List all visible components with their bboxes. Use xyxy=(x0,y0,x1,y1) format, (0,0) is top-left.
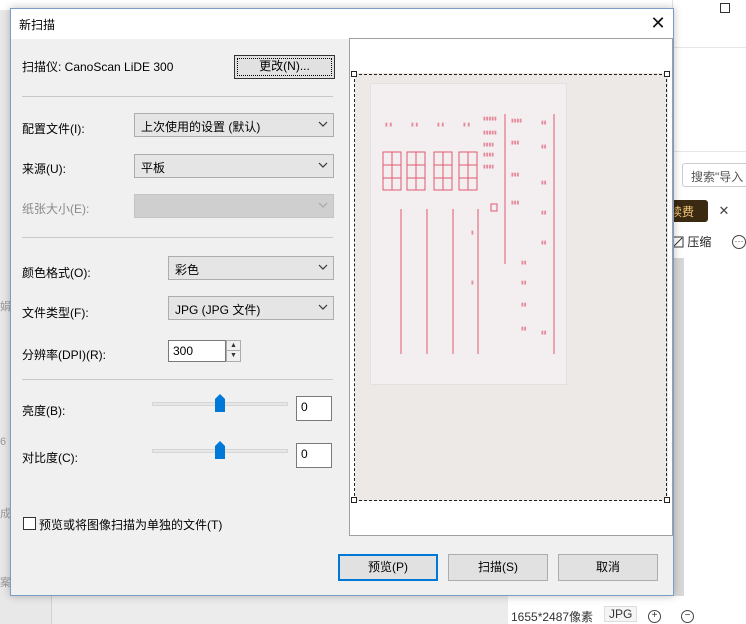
paper-size-label: 纸张大小(E): xyxy=(22,202,90,216)
source-value: 平板 xyxy=(141,161,166,175)
cancel-button[interactable]: 取消 xyxy=(558,554,658,581)
chevron-down-icon xyxy=(318,202,328,208)
tag-close-icon[interactable]: ✕ xyxy=(714,200,734,222)
chevron-down-icon xyxy=(318,264,328,270)
resolution-label: 分辨率(DPI)(R): xyxy=(22,348,106,362)
resolution-input[interactable]: 300 xyxy=(168,340,226,362)
brightness-slider-thumb[interactable] xyxy=(215,394,225,412)
brightness-input[interactable]: 0 xyxy=(296,396,332,421)
preview-button[interactable]: 预览(P) xyxy=(338,554,438,581)
file-type-label: 文件类型(F): xyxy=(22,306,89,320)
selection-handle[interactable] xyxy=(351,497,357,503)
divider xyxy=(22,96,333,97)
background-left-fragment: 6 xyxy=(0,436,7,448)
stepper-up-icon[interactable]: ▲ xyxy=(227,341,240,351)
scan-button[interactable]: 扫描(S) xyxy=(448,554,548,581)
source-label: 来源(U): xyxy=(22,162,66,176)
chevron-down-icon xyxy=(318,304,328,310)
selection-handle[interactable] xyxy=(664,71,670,77)
divider xyxy=(673,151,746,152)
color-format-value: 彩色 xyxy=(175,263,200,277)
source-select[interactable]: 平板 xyxy=(134,154,334,178)
maximize-icon[interactable] xyxy=(720,3,730,13)
paper-size-select xyxy=(134,194,334,218)
zoom-out-icon[interactable]: − xyxy=(681,610,694,623)
profile-label: 配置文件(I): xyxy=(22,122,85,136)
color-format-select[interactable]: 彩色 xyxy=(168,256,334,280)
compress-label: 压缩 xyxy=(687,235,712,249)
color-format-label: 颜色格式(O): xyxy=(22,266,91,280)
background-left-fragment: 娟 xyxy=(0,301,10,313)
file-type-select[interactable]: JPG (JPG 文件) xyxy=(168,296,334,320)
background-compress-button[interactable]: 压缩 xyxy=(672,233,711,250)
contrast-slider-thumb[interactable] xyxy=(215,441,225,459)
background-search-input[interactable]: 搜索"导入 xyxy=(682,163,746,187)
profile-value: 上次使用的设置 (默认) xyxy=(141,120,261,134)
image-format-badge: JPG xyxy=(604,606,638,622)
selection-handle[interactable] xyxy=(664,497,670,503)
contrast-input[interactable]: 0 xyxy=(296,443,332,468)
chevron-down-icon xyxy=(318,162,328,168)
separate-files-checkbox[interactable] xyxy=(23,517,36,530)
image-info: 1655*2487像素 xyxy=(511,610,594,624)
chevron-down-icon xyxy=(318,121,328,127)
scan-region-selection[interactable] xyxy=(354,74,667,501)
background-left-fragment: 成 xyxy=(0,508,10,520)
more-icon[interactable]: ··· xyxy=(732,235,746,249)
zoom-in-icon[interactable]: + xyxy=(648,610,661,623)
contrast-label: 对比度(C): xyxy=(22,451,78,465)
selection-handle[interactable] xyxy=(351,71,357,77)
divider xyxy=(22,379,333,380)
divider xyxy=(673,47,746,48)
new-scan-dialog: 新扫描 ✕ 扫描仪: CanoScan LiDE 300 更改(N)... 配置… xyxy=(10,8,674,596)
scanner-label: 扫描仪: CanoScan LiDE 300 xyxy=(22,60,174,74)
dialog-title: 新扫描 xyxy=(19,18,56,32)
file-type-value: JPG (JPG 文件) xyxy=(175,303,261,317)
background-left-footer xyxy=(0,596,52,624)
background-status-bar: 1655*2487像素 JPG + − xyxy=(508,596,746,624)
background-left-panel xyxy=(0,10,10,624)
scan-preview-pane[interactable]: ▮ ▮ ▮ ▮ ▮ ▮ ▮ ▮ ▮▮▮▮▮ ▮▮▮▮▮ ▮▮▮▮ ▮▮▮▮ ▮▮▮▮ ▮▮▮▮… xyxy=(349,38,673,536)
stepper-down-icon[interactable]: ▼ xyxy=(227,351,240,361)
title-bar: 新扫描 ✕ xyxy=(11,9,673,39)
separate-files-label: 预览或将图像扫描为单独的文件(T) xyxy=(39,518,223,532)
profile-select[interactable]: 上次使用的设置 (默认) xyxy=(134,113,334,137)
close-button[interactable]: ✕ xyxy=(643,9,673,39)
brightness-label: 亮度(B): xyxy=(22,404,66,418)
background-left-fragment: 案 xyxy=(0,577,10,589)
resolution-stepper[interactable]: ▲ ▼ xyxy=(226,340,241,362)
divider xyxy=(22,237,333,238)
change-scanner-button[interactable]: 更改(N)... xyxy=(234,55,335,79)
